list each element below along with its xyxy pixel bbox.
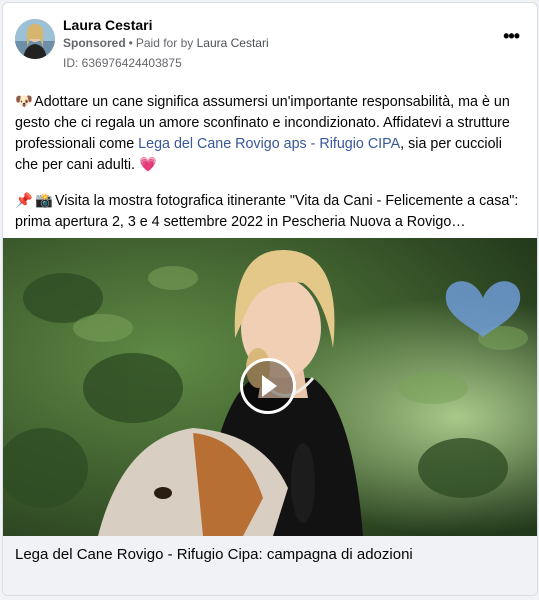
post-header: Laura Cestari Sponsored • Paid for by Laur…	[3, 3, 537, 73]
meta-separator: •	[128, 36, 133, 50]
play-icon[interactable]	[240, 358, 296, 414]
paragraph-2-text: Visita la mostra fotografica itinerante …	[15, 193, 519, 230]
camera-icon: 📸	[34, 193, 53, 209]
paid-for-prefix: Paid for by	[135, 36, 194, 50]
sponsored-meta: Sponsored • Paid for by Laura Cestari	[63, 36, 269, 50]
author-name[interactable]: Laura Cestari	[63, 17, 152, 33]
dog-face-icon: 🐶	[15, 94, 33, 110]
author-avatar[interactable]	[15, 19, 55, 59]
video-player[interactable]	[3, 238, 537, 536]
post-paragraph-1: 🐶 Adottare un cane significa assumersi u…	[15, 92, 527, 176]
sponsored-post: Laura Cestari Sponsored • Paid for by Laur…	[2, 2, 538, 596]
ad-id: ID: 636976424403875	[63, 56, 182, 70]
video-caption-bar[interactable]: Lega del Cane Rovigo - Rifugio Cipa: cam…	[3, 536, 537, 595]
video-caption[interactable]: Lega del Cane Rovigo - Rifugio Cipa: cam…	[15, 546, 413, 563]
post-paragraph-2: 📌 📸 Visita la mostra fotografica itinera…	[15, 191, 527, 233]
heart-icon: 💗	[138, 157, 157, 173]
paid-for-name[interactable]: Laura Cestari	[197, 36, 269, 50]
more-options-icon[interactable]: •••	[503, 27, 520, 45]
post-text: 🐶 Adottare un cane significa assumersi u…	[15, 92, 527, 248]
rifugio-link[interactable]: Lega del Cane Rovigo aps - Rifugio CIPA	[138, 136, 400, 152]
sponsored-label: Sponsored	[63, 36, 126, 50]
pushpin-icon: 📌	[15, 193, 33, 209]
